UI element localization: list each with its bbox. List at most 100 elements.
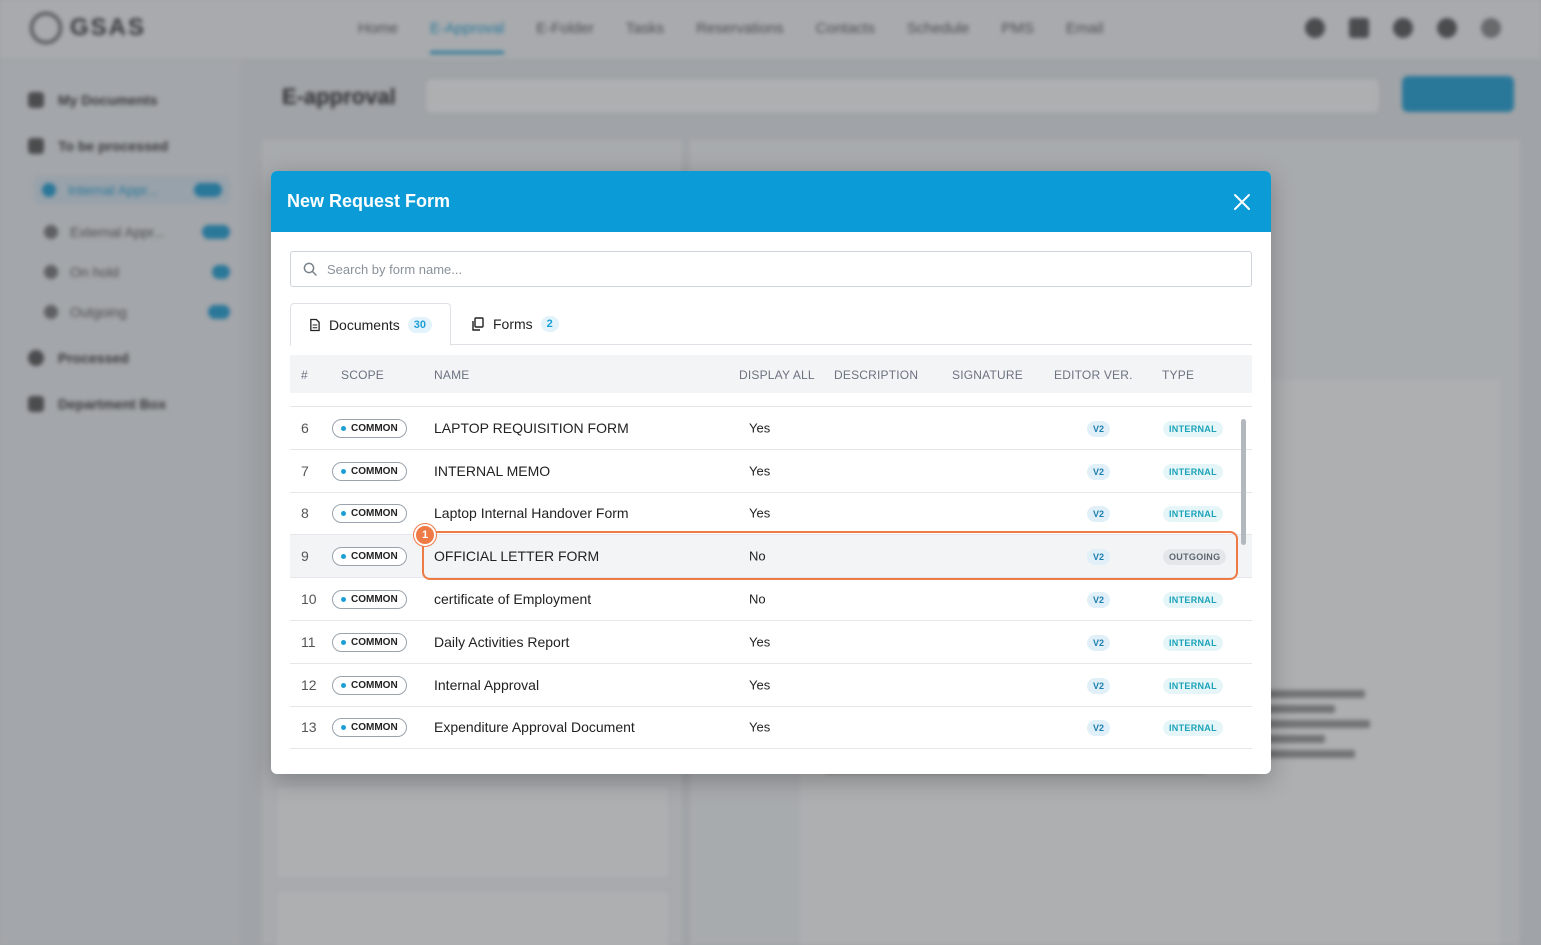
form-tabs: Documents 30 Forms 2 (290, 303, 1252, 346)
form-name[interactable]: Daily Activities Report (434, 634, 569, 650)
form-name[interactable]: OFFICIAL LETTER FORM (434, 548, 599, 564)
type-label: OUTGOING (1163, 549, 1227, 566)
tab-documents[interactable]: Documents 30 (290, 303, 451, 346)
scope-label: COMMON (351, 422, 398, 434)
search-icon (303, 262, 317, 276)
table-row[interactable]: 12 COMMON Internal Approval Yes V2 INTERNAL (290, 664, 1252, 707)
copy-icon (472, 317, 484, 331)
display-all-value: Yes (749, 719, 771, 735)
display-all-value: Yes (749, 505, 771, 521)
type-label: INTERNAL (1163, 634, 1223, 651)
table-row[interactable]: 13 COMMON Expenditure Approval Document Yes… (290, 707, 1252, 750)
form-name[interactable]: LAPTOP REQUISITION FORM (434, 420, 629, 436)
editor-version-badge: V2 (1087, 504, 1111, 523)
scope-badge: COMMON (332, 717, 407, 738)
column-header-type: TYPE (1162, 368, 1195, 382)
form-name[interactable]: Internal Approval (434, 677, 539, 693)
dot-icon (341, 725, 346, 731)
scope-badge: COMMON (332, 589, 407, 610)
type-badge: OUTGOING (1163, 547, 1227, 566)
version-label: V2 (1087, 420, 1111, 437)
table-row[interactable]: 10 COMMON certificate of Employment No V2 INT… (290, 578, 1252, 621)
type-badge: INTERNAL (1163, 419, 1223, 437)
display-all-value: Yes (749, 634, 771, 650)
dot-icon (341, 682, 346, 688)
dot-icon (341, 597, 346, 603)
row-number: 11 (301, 633, 316, 650)
row-number: 10 (301, 591, 317, 608)
scope-label: COMMON (351, 465, 398, 477)
scope-badge: COMMON (332, 461, 407, 481)
document-icon (310, 318, 320, 331)
form-search-box[interactable] (290, 251, 1252, 287)
form-name[interactable]: certificate of Employment (434, 591, 591, 607)
version-label: V2 (1087, 506, 1111, 523)
display-all-value: Yes (749, 420, 771, 436)
column-header-editor-version: EDITOR VER. (1054, 368, 1133, 382)
scope-label: COMMON (351, 722, 398, 734)
dot-icon (341, 639, 346, 645)
form-name[interactable]: Expenditure Approval Document (434, 719, 635, 735)
form-name[interactable]: INTERNAL MEMO (434, 463, 550, 479)
table-row[interactable]: 9 COMMON OFFICIAL LETTER FORM No V2 OUTGOING (290, 535, 1252, 579)
display-all-value: No (749, 548, 766, 564)
editor-version-badge: V2 (1087, 676, 1111, 694)
type-label: INTERNAL (1163, 506, 1223, 523)
tab-count-badge: 2 (540, 316, 559, 332)
tab-label: Documents (328, 316, 400, 333)
version-label: V2 (1087, 592, 1111, 609)
dot-icon (341, 425, 346, 431)
column-header-signature: SIGNATURE (952, 368, 1023, 382)
column-header-description: DESCRIPTION (834, 368, 919, 382)
version-label: V2 (1087, 463, 1111, 480)
type-label: INTERNAL (1163, 420, 1223, 437)
form-table-body: 6 COMMON LAPTOP REQUISITION FORM Yes V2 INTER… (290, 407, 1252, 750)
tab-forms[interactable]: Forms 2 (453, 303, 577, 345)
column-header-scope: SCOPE (341, 368, 385, 382)
editor-version-badge: V2 (1087, 547, 1111, 566)
type-badge: INTERNAL (1163, 633, 1223, 651)
close-icon[interactable] (1229, 189, 1255, 215)
type-badge: INTERNAL (1163, 676, 1223, 694)
display-all-value: No (749, 591, 766, 607)
table-row[interactable]: 11 COMMON Daily Activities Report Yes V2 INTE… (290, 621, 1252, 664)
dot-icon (341, 511, 346, 517)
scope-label: COMMON (351, 508, 398, 520)
table-row-partial (290, 393, 1252, 407)
scope-badge: COMMON (332, 632, 407, 652)
editor-version-badge: V2 (1087, 718, 1111, 737)
table-row[interactable]: 6 COMMON LAPTOP REQUISITION FORM Yes V2 INTER… (290, 407, 1252, 450)
row-number: 9 (301, 548, 309, 565)
type-badge: INTERNAL (1163, 504, 1223, 523)
type-label: INTERNAL (1163, 720, 1223, 737)
scope-label: COMMON (351, 594, 398, 606)
table-scrollbar[interactable] (1241, 419, 1246, 545)
row-number: 13 (301, 719, 317, 736)
table-row[interactable]: 7 COMMON INTERNAL MEMO Yes V2 INTERNAL (290, 450, 1252, 493)
column-header-display-all: DISPLAY ALL (739, 368, 815, 382)
scope-label: COMMON (351, 636, 398, 648)
row-number: 7 (301, 462, 309, 479)
dot-icon (341, 554, 346, 560)
tab-count-badge: 30 (407, 316, 432, 333)
type-badge: INTERNAL (1163, 462, 1223, 480)
column-header-name: NAME (434, 368, 470, 382)
version-label: V2 (1087, 549, 1111, 566)
form-search-input[interactable] (327, 261, 1227, 277)
form-name[interactable]: Laptop Internal Handover Form (434, 505, 629, 521)
scope-badge: COMMON (332, 503, 407, 524)
type-badge: INTERNAL (1163, 590, 1223, 609)
editor-version-badge: V2 (1087, 590, 1111, 609)
editor-version-badge: V2 (1087, 633, 1111, 651)
scope-badge: COMMON (332, 418, 407, 438)
row-number: 6 (301, 419, 309, 436)
column-header-number: # (301, 368, 308, 382)
row-number: 12 (301, 676, 317, 693)
scope-label: COMMON (351, 551, 398, 563)
scope-badge: COMMON (332, 675, 407, 695)
table-header: # SCOPE NAME DISPLAY ALL DESCRIPTION SIG… (290, 355, 1252, 393)
new-request-form-modal: New Request Form Documents 30 Forms 2 # … (271, 171, 1271, 774)
row-number: 8 (301, 505, 309, 522)
type-label: INTERNAL (1163, 677, 1223, 694)
dot-icon (341, 468, 346, 474)
